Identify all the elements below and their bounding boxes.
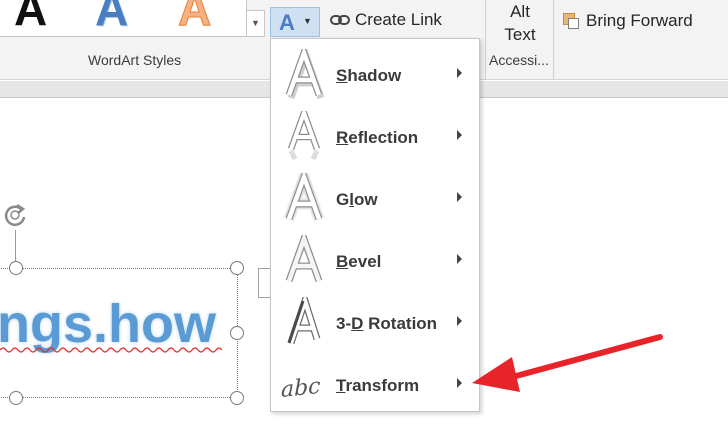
annotation-arrow-icon xyxy=(472,334,663,392)
